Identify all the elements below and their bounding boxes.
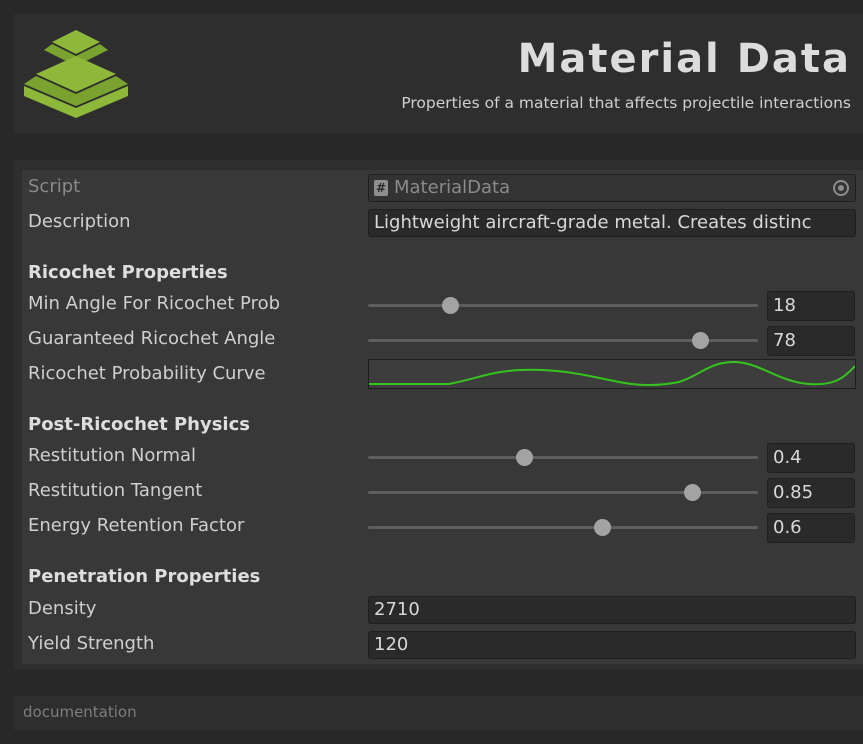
post-ricochet-heading: Post-Ricochet Physics: [28, 414, 250, 435]
restitution-tangent-slider[interactable]: [368, 484, 758, 501]
slider-thumb[interactable]: [441, 297, 459, 314]
documentation-footer[interactable]: documentation: [14, 696, 863, 730]
min-angle-input[interactable]: 18: [767, 291, 855, 321]
slider-thumb[interactable]: [516, 449, 533, 466]
yield-strength-row: Yield Strength 120: [22, 629, 863, 661]
penetration-heading: Penetration Properties: [28, 566, 261, 587]
ricochet-heading: Ricochet Properties: [28, 262, 228, 283]
description-field[interactable]: Lightweight aircraft-grade metal. Create…: [368, 209, 856, 237]
probability-curve-field[interactable]: [368, 359, 856, 389]
properties-list: Script # MaterialData Description Lightwe…: [22, 170, 863, 664]
yield-strength-label: Yield Strength: [28, 633, 155, 654]
script-label: Script: [28, 176, 81, 197]
script-value: MaterialData: [394, 177, 511, 198]
restitution-normal-input[interactable]: 0.4: [767, 443, 855, 473]
guaranteed-angle-slider[interactable]: [368, 332, 758, 349]
slider-thumb[interactable]: [683, 484, 701, 501]
restitution-tangent-row: Restitution Tangent 0.85: [22, 476, 863, 508]
page-subtitle: Properties of a material that affects pr…: [401, 94, 851, 112]
description-row: Description Lightweight aircraft-grade m…: [22, 207, 863, 239]
energy-retention-slider[interactable]: [368, 519, 758, 536]
min-angle-label: Min Angle For Ricochet Prob: [28, 293, 281, 314]
energy-retention-input[interactable]: 0.6: [767, 513, 855, 543]
curve-row: Ricochet Probability Curve: [22, 359, 863, 391]
min-angle-row: Min Angle For Ricochet Prob 18: [22, 289, 863, 321]
stacked-layers-icon: [24, 30, 128, 118]
object-picker-icon[interactable]: [833, 180, 849, 196]
min-angle-slider[interactable]: [368, 297, 758, 314]
restitution-tangent-input[interactable]: 0.85: [767, 478, 855, 508]
guaranteed-angle-input[interactable]: 78: [767, 326, 855, 356]
energy-retention-label: Energy Retention Factor: [28, 515, 245, 536]
restitution-normal-row: Restitution Normal 0.4: [22, 441, 863, 473]
script-field[interactable]: # MaterialData: [368, 174, 856, 202]
restitution-normal-label: Restitution Normal: [28, 445, 197, 466]
documentation-label[interactable]: documentation: [23, 703, 137, 721]
restitution-tangent-label: Restitution Tangent: [28, 480, 203, 501]
inspector-panel: Script # MaterialData Description Lightwe…: [14, 160, 863, 670]
description-label: Description: [28, 211, 131, 232]
guaranteed-angle-row: Guaranteed Ricochet Angle 78: [22, 324, 863, 356]
slider-thumb[interactable]: [691, 332, 709, 349]
script-row: Script # MaterialData: [22, 172, 863, 204]
curve-label: Ricochet Probability Curve: [28, 363, 266, 384]
page-title: Material Data: [517, 36, 851, 82]
script-file-icon: #: [374, 180, 388, 196]
slider-thumb[interactable]: [594, 519, 611, 536]
yield-strength-input[interactable]: 120: [368, 631, 856, 659]
density-input[interactable]: 2710: [368, 596, 856, 624]
density-row: Density 2710: [22, 594, 863, 626]
energy-retention-row: Energy Retention Factor 0.6: [22, 511, 863, 543]
inspector-header: Material Data Properties of a material t…: [14, 14, 863, 134]
curve-graph: [369, 360, 856, 386]
guaranteed-angle-label: Guaranteed Ricochet Angle: [28, 328, 276, 349]
restitution-normal-slider[interactable]: [368, 449, 758, 466]
density-label: Density: [28, 598, 97, 619]
